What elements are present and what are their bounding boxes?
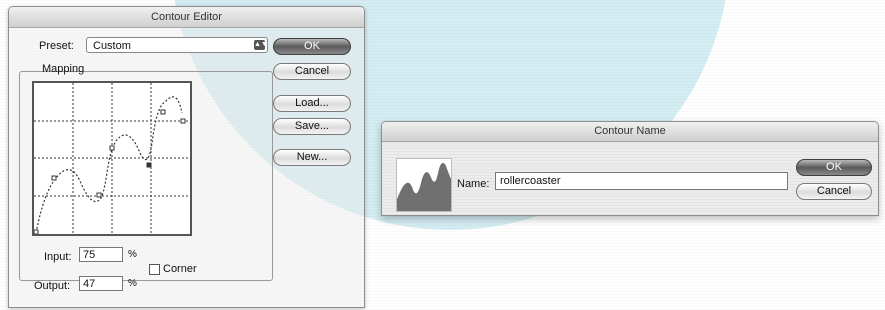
contour-preview	[396, 158, 452, 212]
preset-dropdown[interactable]: Custom ▲▼	[86, 37, 268, 53]
name-ok-button[interactable]: OK	[796, 159, 872, 176]
name-label: Name:	[457, 178, 490, 190]
output-label: Output:	[34, 280, 71, 292]
contour-editor-window: Contour Editor Preset: Custom ▲▼ Mapping	[8, 6, 365, 308]
ok-button[interactable]: OK	[273, 38, 351, 55]
curve-point[interactable]	[160, 109, 166, 115]
curve-point[interactable]	[96, 192, 102, 198]
contour-curve[interactable]	[35, 96, 183, 234]
save-button[interactable]: Save...	[273, 118, 351, 135]
contour-curve-graph[interactable]	[32, 81, 192, 236]
contour-preview-icon	[397, 163, 451, 211]
curve-point[interactable]	[180, 118, 186, 124]
output-field[interactable]: 47	[79, 276, 123, 291]
curve-point[interactable]	[34, 229, 39, 234]
corner-label: Corner	[163, 263, 197, 275]
curve-point-selected[interactable]	[146, 162, 152, 168]
contour-curve-svg[interactable]	[34, 83, 190, 234]
input-label: Input:	[44, 251, 72, 263]
contour-name-body: Name: rollercoaster OK Cancel	[382, 142, 878, 215]
mapping-label: Mapping	[42, 63, 85, 75]
contour-name-window: Contour Name Name: rollercoaster OK Canc…	[381, 121, 879, 216]
input-unit: %	[128, 249, 137, 260]
curve-grid	[34, 83, 190, 234]
contour-name-title[interactable]: Contour Name	[382, 122, 878, 142]
input-field[interactable]: 75	[79, 247, 123, 262]
name-cancel-button[interactable]: Cancel	[796, 183, 872, 200]
cancel-button[interactable]: Cancel	[273, 63, 351, 80]
dropdown-arrows-icon: ▲▼	[254, 40, 268, 50]
output-unit: %	[128, 278, 137, 289]
curve-point[interactable]	[51, 175, 57, 181]
contour-editor-title[interactable]: Contour Editor	[9, 7, 364, 28]
corner-checkbox[interactable]	[149, 264, 160, 275]
name-input[interactable]: rollercoaster	[495, 172, 788, 190]
new-button[interactable]: New...	[273, 149, 351, 166]
curve-point[interactable]	[109, 145, 115, 151]
load-button[interactable]: Load...	[273, 95, 351, 112]
preset-label: Preset:	[39, 40, 74, 52]
preset-value: Custom	[93, 40, 131, 52]
